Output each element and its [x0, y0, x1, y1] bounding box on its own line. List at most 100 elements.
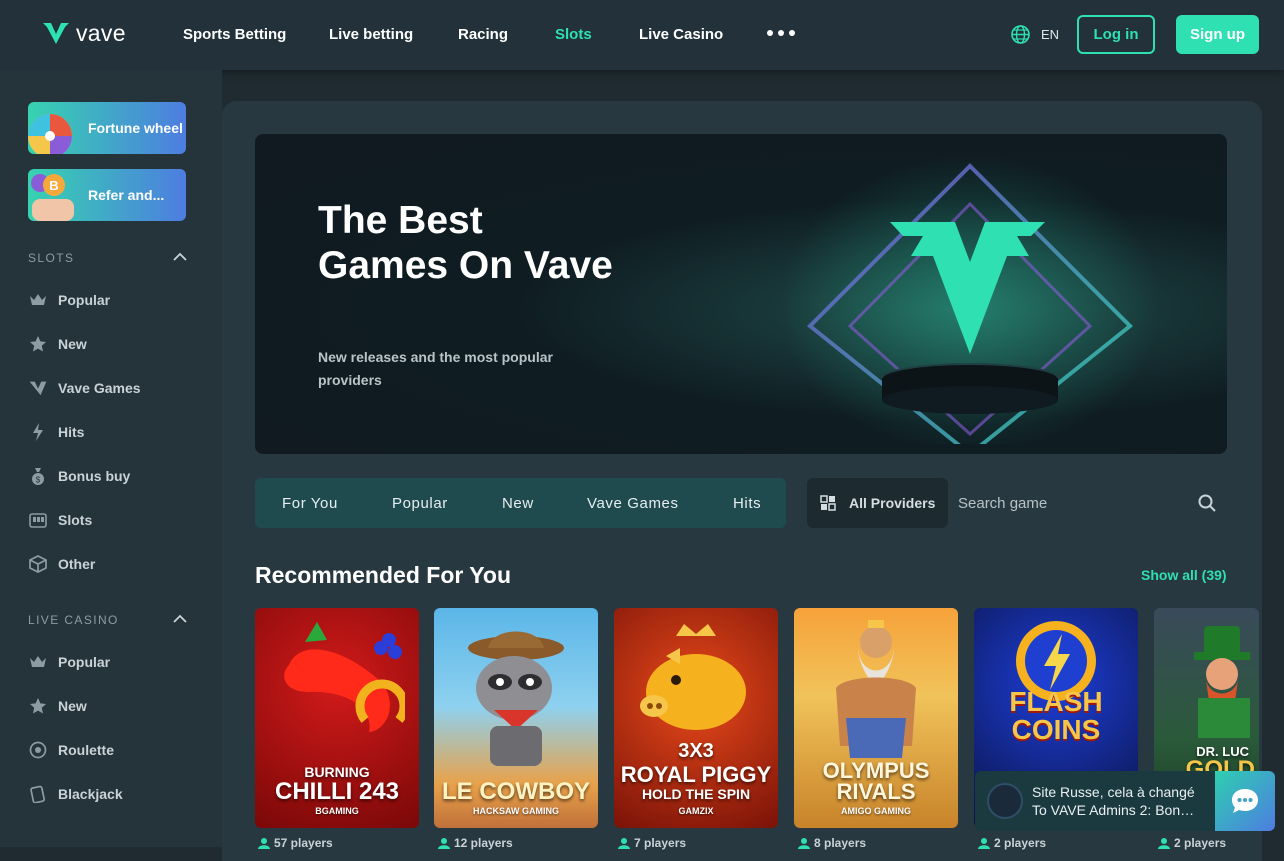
vave-logo-icon: [43, 23, 69, 44]
game-card-royal-piggy[interactable]: 3X3 ROYAL PIGGY HOLD THE SPIN GAMZIX: [614, 608, 778, 828]
game-title-line2: RIVALS: [836, 779, 916, 804]
game-provider: GAMZIX: [678, 806, 714, 816]
sidebar-item-label: Blackjack: [58, 786, 123, 802]
player-count: 57 players: [258, 836, 333, 850]
sidebar-item-label: Vave Games: [58, 380, 141, 396]
hero-banner[interactable]: The Best Games On Vave New releases and …: [255, 134, 1227, 454]
login-button[interactable]: Log in: [1077, 15, 1155, 54]
game-title-line3: HOLD THE SPIN: [641, 786, 751, 802]
sidebar-item-slots[interactable]: Slots: [28, 509, 92, 531]
sidebar-item-label: Popular: [58, 654, 111, 670]
sidebar-item-label: Roulette: [58, 742, 114, 758]
person-icon: [618, 838, 630, 849]
nav-sports-betting[interactable]: Sports Betting: [183, 26, 286, 43]
game-title-line2: ROYAL PIGGY: [620, 762, 772, 787]
person-icon: [438, 838, 450, 849]
game-title-line2: CHILLI 243: [274, 778, 400, 805]
search-box: [948, 478, 1227, 528]
all-providers-button[interactable]: All Providers: [807, 478, 948, 528]
sidebar-item-slots-new[interactable]: New: [28, 333, 87, 355]
sidebar-item-slots-popular[interactable]: Popular: [28, 289, 110, 311]
chevron-up-icon[interactable]: [173, 614, 187, 624]
sidebar-item-vave-games[interactable]: Vave Games: [28, 377, 141, 399]
money-bag-icon: $: [28, 466, 48, 486]
chat-button[interactable]: [1215, 771, 1275, 831]
star-icon: [28, 334, 48, 354]
roulette-icon: [28, 740, 48, 760]
player-count: 2 players: [1158, 836, 1226, 850]
all-providers-label: All Providers: [849, 495, 936, 511]
fortune-wheel-icon: [28, 114, 72, 154]
tab-vave-games[interactable]: Vave Games: [587, 495, 679, 512]
more-menu-icon[interactable]: [767, 30, 795, 36]
show-all-link[interactable]: Show all (39): [1141, 567, 1227, 583]
game-title-line2: COINS: [1011, 714, 1101, 745]
chevron-up-icon[interactable]: [173, 252, 187, 262]
nav-live-betting[interactable]: Live betting: [329, 26, 413, 43]
raccoon-cowboy-art: [468, 631, 564, 766]
nav-racing[interactable]: Racing: [458, 26, 508, 43]
refer-promo[interactable]: B Refer and...: [28, 169, 186, 221]
hero-subtitle: New releases and the most popular provid…: [318, 349, 553, 388]
language-selector[interactable]: EN: [1041, 27, 1059, 42]
game-provider: HACKSAW GAMING: [473, 806, 559, 816]
tab-new[interactable]: New: [502, 495, 534, 512]
game-card-olympus-rivals[interactable]: OLYMPUS RIVALS AMIGO GAMING: [794, 608, 958, 828]
person-icon: [978, 838, 990, 849]
vave-logo[interactable]: vave: [42, 19, 126, 47]
game-title: LE COWBOY: [442, 778, 590, 805]
sidebar-item-label: New: [58, 698, 87, 714]
sidebar-item-label: Other: [58, 556, 96, 572]
sidebar-item-label: Bonus buy: [58, 468, 131, 484]
hero-title: The Best Games On Vave: [318, 199, 613, 287]
avatar: [987, 783, 1023, 819]
game-title-line1: 3X3: [678, 740, 714, 762]
vave-logo-icon: [28, 378, 48, 398]
chat-bubble-icon: [1232, 789, 1258, 813]
sidebar-item-hits[interactable]: Hits: [28, 421, 84, 443]
nav-live-casino[interactable]: Live Casino: [639, 26, 723, 43]
fortune-wheel-label: Fortune wheel: [88, 120, 183, 136]
sidebar-item-roulette[interactable]: Roulette: [28, 739, 114, 761]
lightning-icon: [28, 422, 48, 442]
tab-for-you[interactable]: For You: [282, 495, 338, 512]
sidebar-item-live-new[interactable]: New: [28, 695, 87, 717]
sidebar-item-bonus-buy[interactable]: $ Bonus buy: [28, 465, 130, 487]
chili-pepper-art: [284, 622, 405, 732]
fortune-wheel-promo[interactable]: Fortune wheel: [28, 102, 186, 154]
nav-slots[interactable]: Slots: [555, 26, 592, 43]
globe-icon[interactable]: [1010, 24, 1031, 45]
search-icon[interactable]: [1198, 494, 1216, 512]
person-icon: [258, 838, 270, 849]
logo-text: vave: [76, 19, 126, 46]
sidebar-item-blackjack[interactable]: Blackjack: [28, 783, 123, 805]
zeus-art: [836, 620, 916, 758]
tab-popular[interactable]: Popular: [392, 495, 448, 512]
player-count: 7 players: [618, 836, 686, 850]
sidebar-item-live-popular[interactable]: Popular: [28, 651, 110, 673]
game-card-le-cowboy[interactable]: LE COWBOY HACKSAW GAMING: [434, 608, 598, 828]
sidebar-item-label: Slots: [58, 512, 93, 528]
svg-text:B: B: [49, 178, 58, 193]
category-tabs: For You Popular New Vave Games Hits: [255, 478, 786, 528]
crown-icon: [28, 290, 48, 310]
sidebar-item-label: New: [58, 336, 87, 352]
vave-hero-illustration: [785, 154, 1160, 444]
crown-icon: [28, 652, 48, 672]
search-input[interactable]: [958, 492, 1188, 514]
player-count: 8 players: [798, 836, 866, 850]
chat-message-line1: Site Russe, cela à changé: [1032, 784, 1195, 800]
game-provider: BGAMING: [315, 806, 359, 816]
cards-icon: [28, 784, 48, 804]
person-icon: [798, 838, 810, 849]
signup-button[interactable]: Sign up: [1176, 15, 1259, 54]
game-card-burning-chilli[interactable]: BURNING CHILLI 243 BGAMING: [255, 608, 419, 828]
person-icon: [1158, 838, 1170, 849]
slot-machine-icon: [28, 510, 48, 530]
live-casino-section-heading: LIVE CASINO: [28, 613, 119, 627]
sidebar-item-other[interactable]: Other: [28, 553, 95, 575]
tab-hits[interactable]: Hits: [733, 495, 761, 512]
player-count: 12 players: [438, 836, 513, 850]
golden-piggy-art: [640, 624, 746, 730]
svg-text:$: $: [36, 476, 41, 485]
